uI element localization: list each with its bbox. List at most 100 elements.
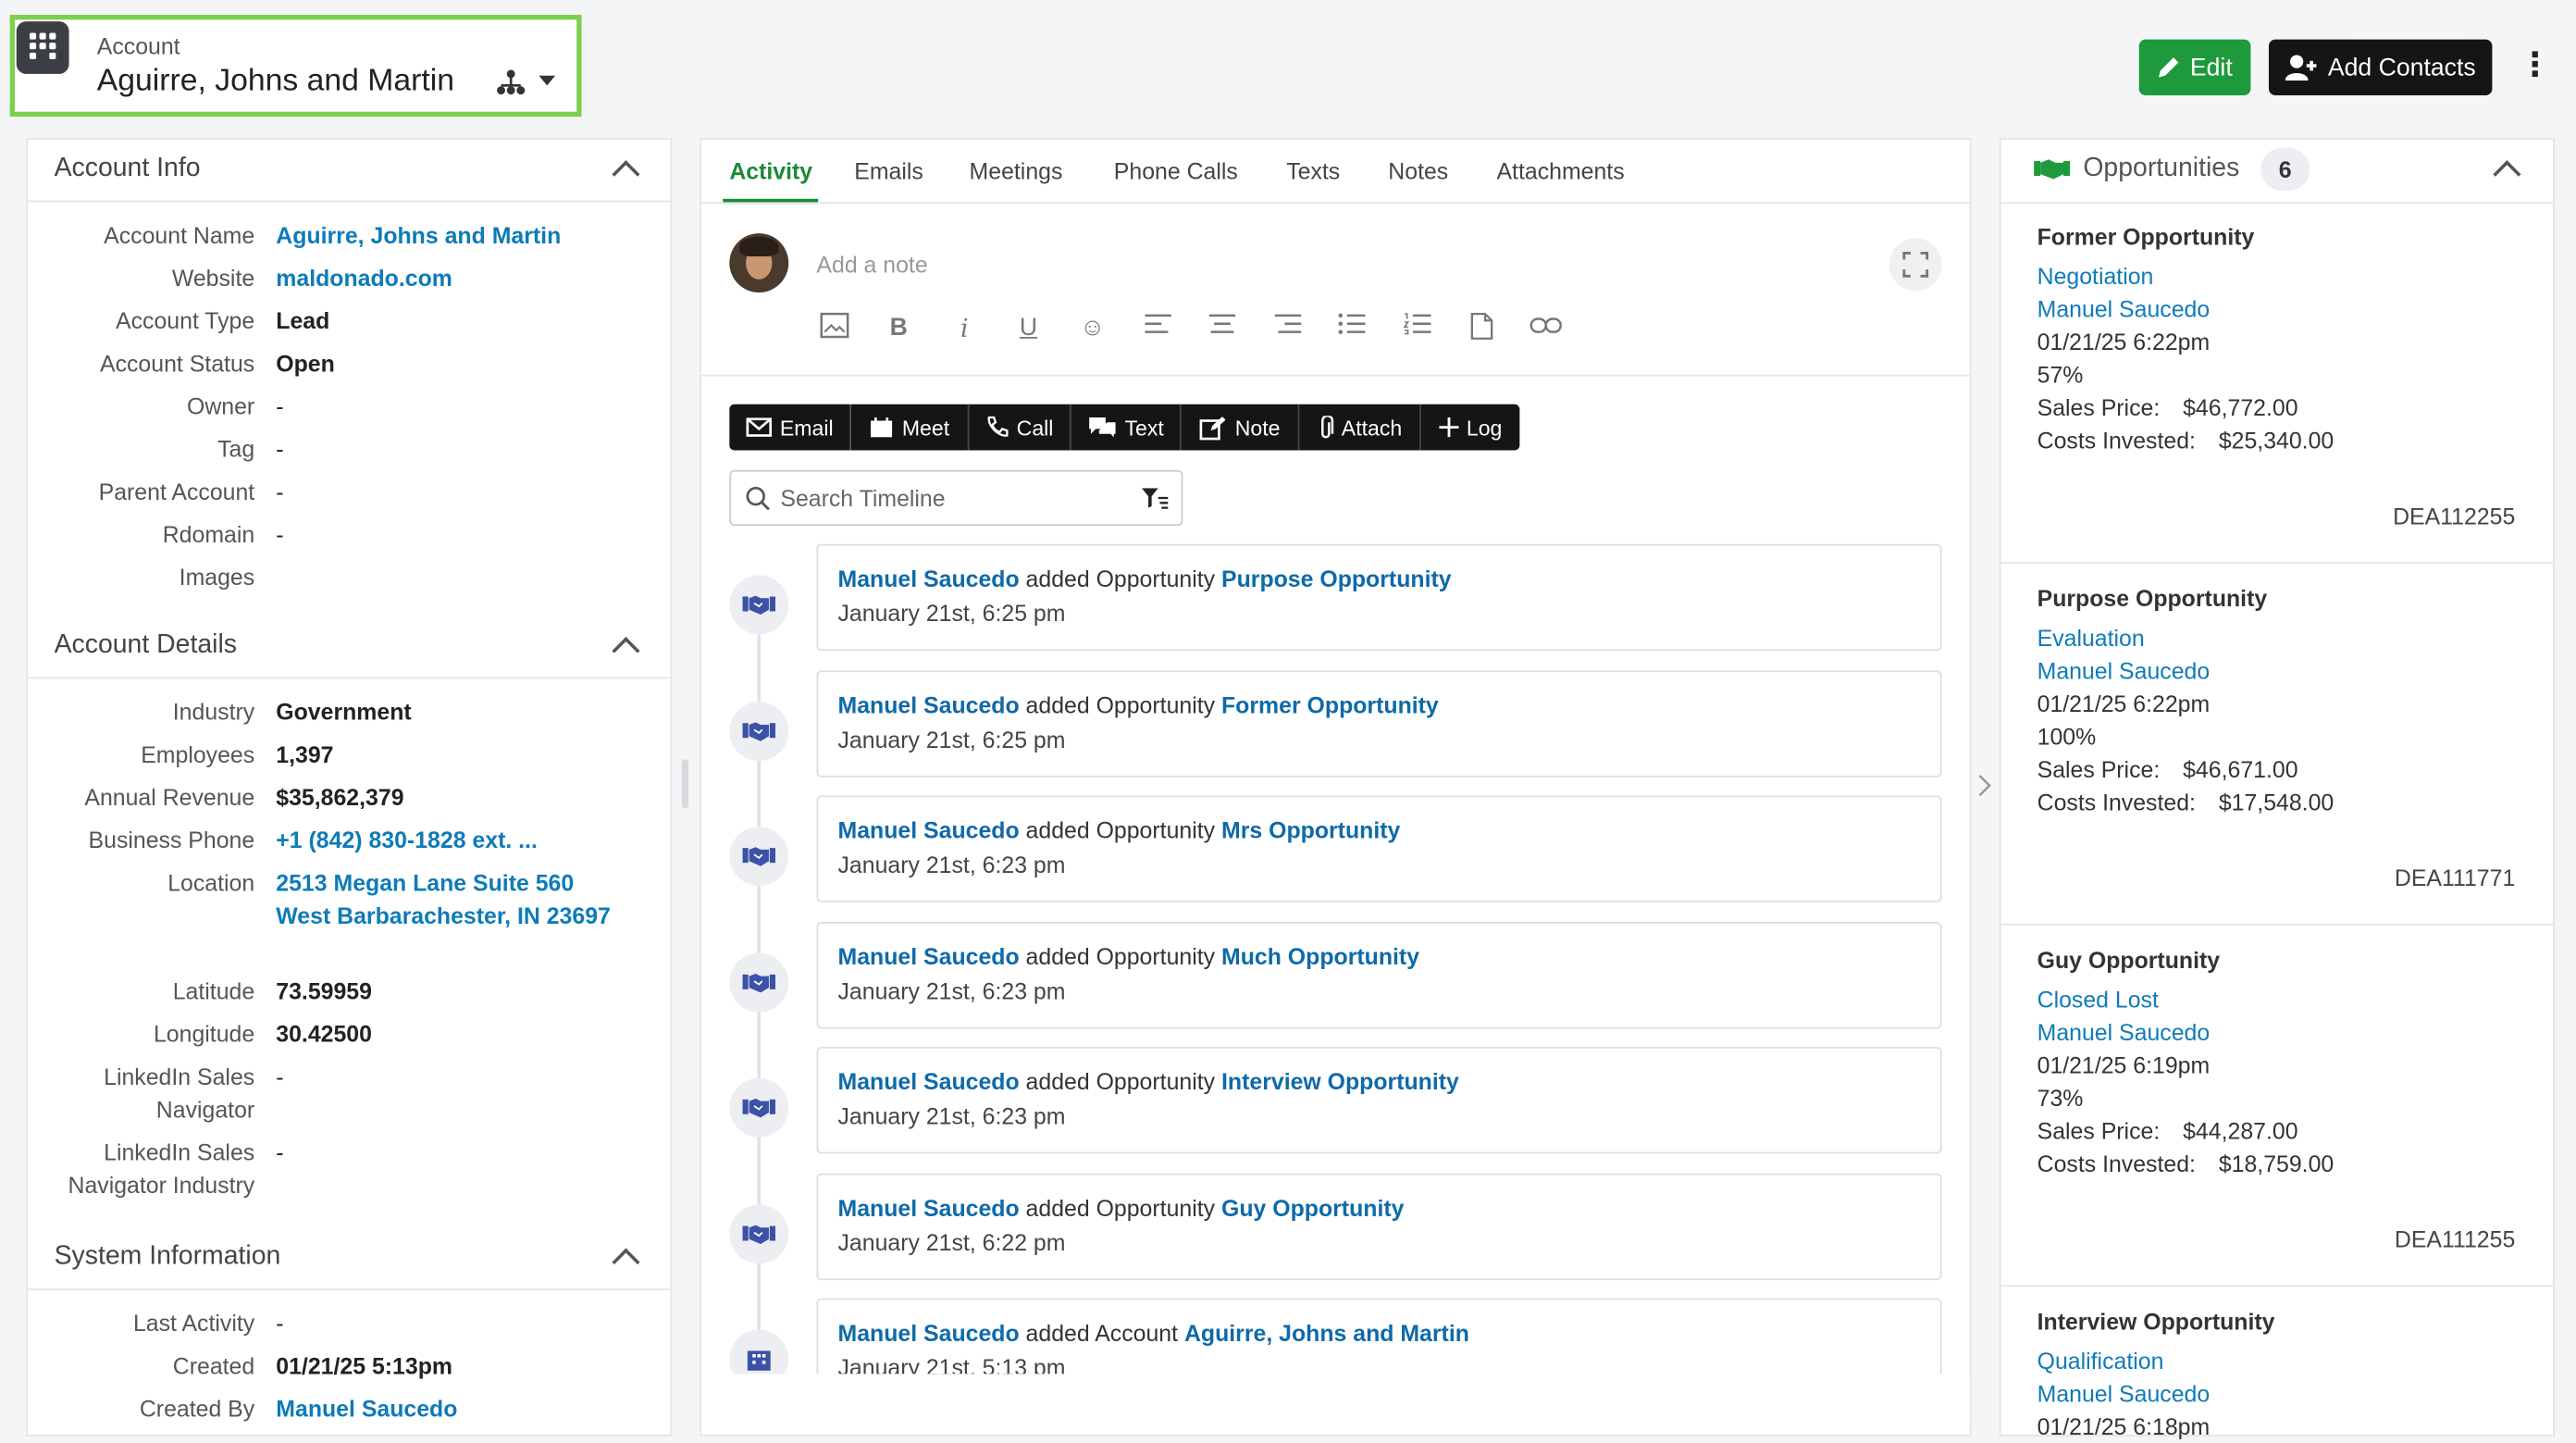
tab-activity[interactable]: Activity [729,157,812,183]
numbered-list-icon[interactable] [1402,312,1435,345]
field-label: LinkedIn Sales Navigator [104,1063,255,1123]
opportunity-stage-link[interactable]: Qualification [2037,1344,2164,1377]
timeline-actor-link[interactable]: Manuel Saucedo [838,566,1020,591]
field-label: Last Activity [132,1310,255,1337]
opportunity-code: DEA111255 [2394,1225,2516,1252]
timeline-separator [1178,1320,1184,1346]
timeline-actor-link[interactable]: Manuel Saucedo [838,1068,1020,1094]
emoji-icon[interactable]: ☺ [1076,312,1109,345]
opportunity-name[interactable]: Purpose Opportunity [2037,585,2268,611]
italic-icon[interactable]: i [947,312,981,345]
timeline-verb: added Account [1025,1319,1179,1347]
tab-notes[interactable]: Notes [1388,157,1448,183]
timeline-target-link[interactable]: Mrs Opportunity [1221,816,1400,842]
timeline-target-link[interactable]: Former Opportunity [1221,691,1439,717]
email-action-button[interactable]: Email [729,404,851,451]
opportunity-name[interactable]: Guy Opportunity [2037,947,2220,973]
field-value[interactable]: +1 (842) 830-1828 ext. ... [276,824,629,857]
tab-phone-calls[interactable]: Phone Calls [1114,157,1238,183]
opportunity-stage-link[interactable]: Closed Lost [2037,983,2159,1016]
add-contacts-label: Add Contacts [2327,53,2476,81]
chevron-down-icon[interactable] [539,75,556,89]
timeline-actor-link[interactable]: Manuel Saucedo [838,816,1020,842]
align-right-icon[interactable] [1271,312,1305,345]
log-action-label: Log [1466,415,1503,440]
tab-texts[interactable]: Texts [1286,157,1340,183]
meet-action-button[interactable]: Meet [850,404,970,451]
field-value[interactable]: maldonado.com [276,261,629,294]
tab-attachments[interactable]: Attachments [1496,157,1624,183]
field-value: - [276,520,284,548]
expand-editor-button[interactable] [1889,238,1942,292]
timeline-target-link[interactable]: Aguirre, Johns and Martin [1184,1320,1469,1346]
bullet-list-icon[interactable] [1335,312,1368,345]
bold-icon[interactable]: B [882,312,915,345]
field-label: Owner [186,392,255,419]
hierarchy-icon[interactable] [496,69,526,95]
field-value[interactable]: Manuel Saucedo [276,1392,629,1425]
opportunity-probability: 100% [2037,723,2097,750]
align-center-icon[interactable] [1206,312,1239,345]
opportunity-owner-link[interactable]: Manuel Saucedo [2037,1377,2211,1411]
edit-button[interactable]: Edit [2138,39,2251,95]
sales-price-label: Sales Price: [2037,1117,2161,1144]
sales-price-label: Sales Price: [2037,755,2161,783]
field-label: LinkedIn Sales Navigator Industry [68,1138,255,1199]
link-icon[interactable] [1530,312,1563,345]
divider [28,1288,671,1290]
add-note-input[interactable]: Add a note [816,252,927,278]
tab-meetings[interactable]: Meetings [970,157,1063,183]
timeline-item: Manuel Saucedo added Opportunity Mrs Opp… [816,795,1942,902]
handshake-icon [2034,159,2071,180]
opportunity-stage-link[interactable]: Evaluation [2037,621,2145,654]
timeline-time: January 21st, 6:23 pm [837,977,1066,1003]
image-icon[interactable] [818,312,851,345]
timeline-target-link[interactable]: Purpose Opportunity [1221,566,1452,591]
note-action-button[interactable]: Note [1181,404,1300,451]
field-value: Open [276,350,335,377]
opportunity-owner-link[interactable]: Manuel Saucedo [2037,654,2211,688]
text-action-button[interactable]: Text [1071,404,1182,451]
timeline-actor-link[interactable]: Manuel Saucedo [838,1320,1020,1346]
tab-emails[interactable]: Emails [854,157,923,183]
call-action-button[interactable]: Call [969,404,1071,451]
opportunities-count-badge: 6 [2260,147,2310,191]
divider [701,202,1970,205]
timeline-item-text: Manuel Saucedo added Opportunity Much Op… [838,942,1420,968]
underline-icon[interactable]: U [1012,312,1046,345]
timeline-actor-link[interactable]: Manuel Saucedo [838,691,1020,717]
opportunity-owner-link[interactable]: Manuel Saucedo [2037,1015,2211,1049]
collapse-right-panel-icon[interactable] [1976,772,1996,798]
timeline-actor-link[interactable]: Manuel Saucedo [838,942,1020,968]
document-icon[interactable] [1466,312,1499,345]
divider [2000,1285,2554,1288]
field-label: Created [172,1352,255,1379]
phone-icon [987,416,1009,437]
opportunity-owner-link[interactable]: Manuel Saucedo [2037,292,2211,326]
opportunity-name[interactable]: Interview Opportunity [2037,1308,2275,1334]
field-label: Employees [141,740,255,768]
timeline-target-link[interactable]: Much Opportunity [1221,942,1419,968]
attach-action-button[interactable]: Attach [1299,404,1421,451]
opportunity-stage-link[interactable]: Negotiation [2037,260,2154,293]
add-contacts-button[interactable]: Add Contacts [2268,39,2493,95]
align-left-icon[interactable] [1142,312,1175,345]
timeline-target-link[interactable]: Interview Opportunity [1221,1068,1459,1094]
field-value[interactable]: 2513 Megan Lane Suite 560 West Barbarach… [276,866,629,932]
timeline-search-input[interactable]: Search Timeline [729,469,1183,527]
opportunity-name[interactable]: Former Opportunity [2037,223,2255,249]
log-action-button[interactable]: Log [1420,404,1520,451]
filter-icon[interactable] [1141,488,1169,509]
timeline-item-text: Manuel Saucedo added Opportunity Guy Opp… [838,1194,1405,1220]
timeline-actor-link[interactable]: Manuel Saucedo [838,1194,1020,1220]
field-value[interactable]: Aguirre, Johns and Martin [276,218,629,252]
more-options-icon[interactable]: ⋮ [2519,49,2552,85]
email-action-label: Email [779,415,834,440]
resize-handle[interactable] [681,759,688,809]
add-user-icon [2285,55,2317,81]
timeline-verb: added Opportunity [1025,565,1216,592]
chat-icon [1088,417,1115,438]
field-label: Latitude [172,977,255,1004]
timeline-target-link[interactable]: Guy Opportunity [1221,1194,1404,1220]
opportunity-sales-price: Sales Price: $46,671.00 [2037,753,2298,786]
